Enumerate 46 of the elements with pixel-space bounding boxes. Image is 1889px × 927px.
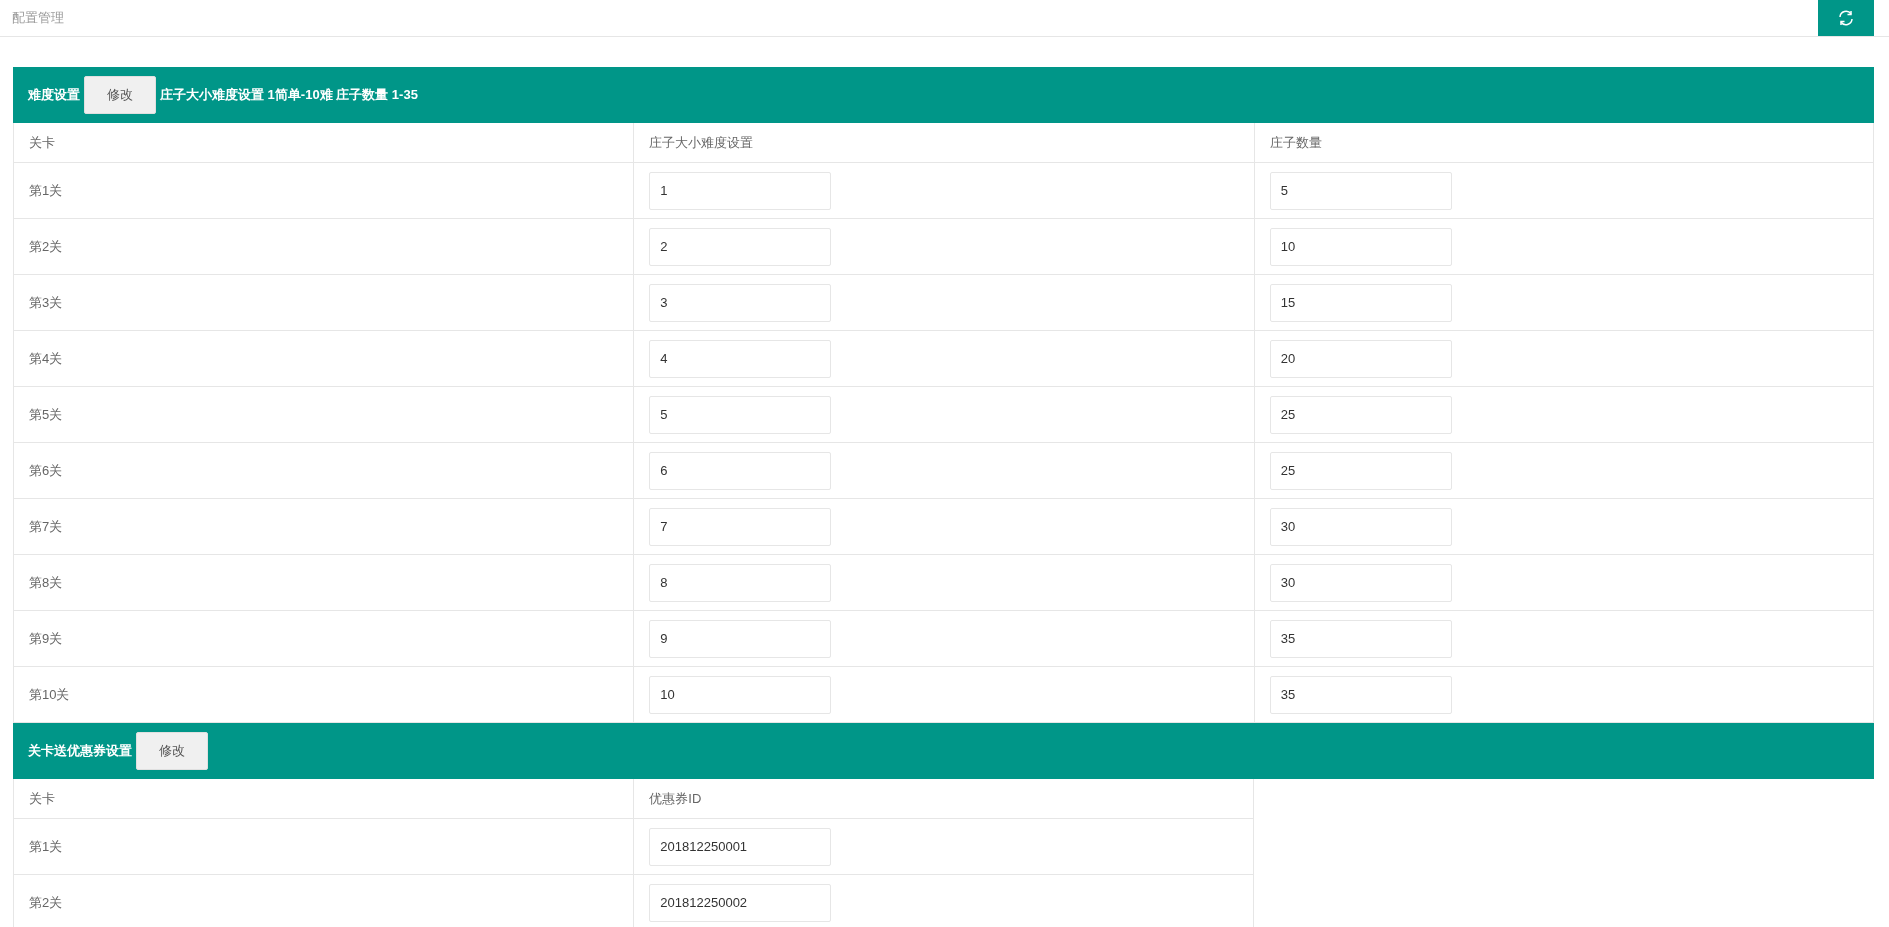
section-title: 关卡送优惠券设置 [28, 742, 132, 760]
value-input[interactable]: 7 [649, 507, 832, 546]
section-note: 庄子大小难度设置 1简单-10难 庄子数量 1-35 [160, 86, 418, 104]
value-input[interactable]: 5 [649, 395, 832, 434]
page-title: 配置管理 [12, 9, 64, 27]
stage-cell: 第2关 [13, 875, 634, 927]
value-input[interactable]: 4 [649, 339, 832, 378]
column-header: 关卡 [13, 123, 634, 163]
value-input[interactable]: 10 [1269, 227, 1452, 266]
stage-cell: 第1关 [13, 163, 634, 219]
edit-button[interactable]: 修改 [136, 732, 208, 770]
value-input[interactable]: 10 [649, 675, 832, 714]
value-input[interactable]: 35 [1269, 619, 1452, 658]
stage-cell: 第8关 [13, 555, 634, 611]
value-input[interactable]: 201812250001 [649, 827, 832, 866]
value-input[interactable]: 3 [649, 283, 832, 322]
value-input[interactable]: 20 [1269, 339, 1452, 378]
column-header: 关卡 [13, 779, 634, 819]
value-input[interactable]: 30 [1269, 563, 1452, 602]
value-input[interactable]: 25 [1269, 395, 1452, 434]
value-input[interactable]: 6 [649, 451, 832, 490]
stage-cell: 第1关 [13, 819, 634, 875]
refresh-button[interactable] [1818, 0, 1874, 36]
stage-cell: 第9关 [13, 611, 634, 667]
section-title: 难度设置 [28, 86, 80, 104]
value-input[interactable]: 8 [649, 563, 832, 602]
stage-cell: 第5关 [13, 387, 634, 443]
value-input[interactable]: 15 [1269, 283, 1452, 322]
column-header: 庄子大小难度设置 [633, 123, 1254, 163]
stage-cell: 第6关 [13, 443, 634, 499]
column-header: 优惠券ID [633, 779, 1254, 819]
value-input[interactable]: 5 [1269, 171, 1452, 210]
stage-cell: 第7关 [13, 499, 634, 555]
value-input[interactable]: 9 [649, 619, 832, 658]
value-input[interactable]: 2 [649, 227, 832, 266]
edit-button[interactable]: 修改 [84, 76, 156, 114]
stage-cell: 第4关 [13, 331, 634, 387]
stage-cell: 第2关 [13, 219, 634, 275]
value-input[interactable]: 30 [1269, 507, 1452, 546]
value-input[interactable]: 201812250002 [649, 883, 832, 922]
refresh-icon [1837, 9, 1855, 27]
value-input[interactable]: 35 [1269, 675, 1452, 714]
value-input[interactable]: 1 [649, 171, 832, 210]
stage-cell: 第3关 [13, 275, 634, 331]
value-input[interactable]: 25 [1269, 451, 1452, 490]
column-header: 庄子数量 [1253, 123, 1874, 163]
